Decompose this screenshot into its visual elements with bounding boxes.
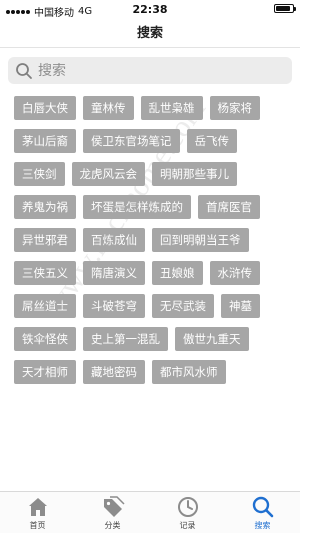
search-tag[interactable]: 白唇大侠 [14, 96, 76, 120]
search-tag[interactable]: 百炼成仙 [83, 228, 145, 252]
home-icon [28, 498, 47, 516]
search-input[interactable] [38, 62, 278, 79]
search-tag[interactable]: 回到明朝当王爷 [152, 228, 249, 252]
search-tag[interactable]: 天才相师 [14, 360, 76, 384]
search-tag[interactable]: 铁伞怪侠 [14, 327, 76, 351]
tab-bar: 首页 分类 记录 搜索 [0, 491, 300, 533]
search-icon [16, 62, 32, 79]
battery-icon [274, 4, 296, 13]
tab-search[interactable]: 搜索 [225, 492, 300, 533]
hot-search-tags: 白唇大侠 童林传 乱世枭雄 杨家将茅山后裔 侯卫东官场笔记 岳飞传三侠剑 龙虎风云会 明朝那些… [14, 96, 292, 384]
search-tag[interactable]: 异世邪君 [14, 228, 76, 252]
tab-home[interactable]: 首页 [0, 492, 75, 533]
search-tag[interactable]: 斗破苍穹 [83, 294, 145, 318]
tab-category[interactable]: 分类 [75, 492, 150, 533]
search-tag[interactable]: 侯卫东官场笔记 [83, 129, 180, 153]
search-tag[interactable]: 茅山后裔 [14, 129, 76, 153]
tag-icon [103, 496, 125, 517]
search-tag[interactable]: 杨家将 [209, 96, 260, 120]
search-tag[interactable]: 岳飞传 [186, 129, 237, 153]
search-bar[interactable] [8, 57, 292, 84]
search-tag[interactable]: 藏地密码 [83, 360, 145, 384]
search-tag[interactable]: 三侠剑 [14, 162, 65, 186]
tab-search-label: 搜索 [254, 521, 271, 530]
tab-category-label: 分类 [104, 521, 121, 530]
tab-history-label: 记录 [179, 521, 196, 530]
status-bar: 中国移动 4G 22:38 [0, 0, 300, 20]
search-tag[interactable]: 都市风水师 [152, 360, 226, 384]
search-tag[interactable]: 隋唐演义 [83, 261, 145, 285]
search-tag[interactable]: 傲世九重天 [175, 327, 249, 351]
search-tag[interactable]: 明朝那些事儿 [152, 162, 237, 186]
search-tag[interactable]: 丑娘娘 [152, 261, 203, 285]
search-tag[interactable]: 神墓 [221, 294, 260, 318]
search-tag[interactable]: 无尽武装 [152, 294, 214, 318]
search-tag[interactable]: 乱世枭雄 [140, 96, 203, 120]
search-tag[interactable]: 童林传 [83, 96, 134, 120]
search-tag[interactable]: 养鬼为祸 [14, 195, 76, 219]
search-icon [252, 496, 273, 518]
search-tag[interactable]: 三侠五义 [14, 261, 76, 285]
search-tag[interactable]: 史上第一混乱 [83, 327, 168, 351]
clock-icon [177, 497, 198, 517]
search-tag[interactable]: 水浒传 [209, 261, 260, 285]
status-time: 22:38 [132, 3, 168, 16]
search-tag[interactable]: 龙虎风云会 [71, 162, 145, 186]
status-right [274, 4, 296, 13]
tab-home-label: 首页 [29, 521, 46, 530]
search-tag[interactable]: 坏蛋是怎样炼成的 [83, 195, 191, 219]
search-tag[interactable]: 首席医官 [198, 195, 260, 219]
tab-history[interactable]: 记录 [150, 492, 225, 533]
page-title: 搜索 [0, 20, 300, 48]
search-tag[interactable]: 屌丝道士 [14, 294, 76, 318]
